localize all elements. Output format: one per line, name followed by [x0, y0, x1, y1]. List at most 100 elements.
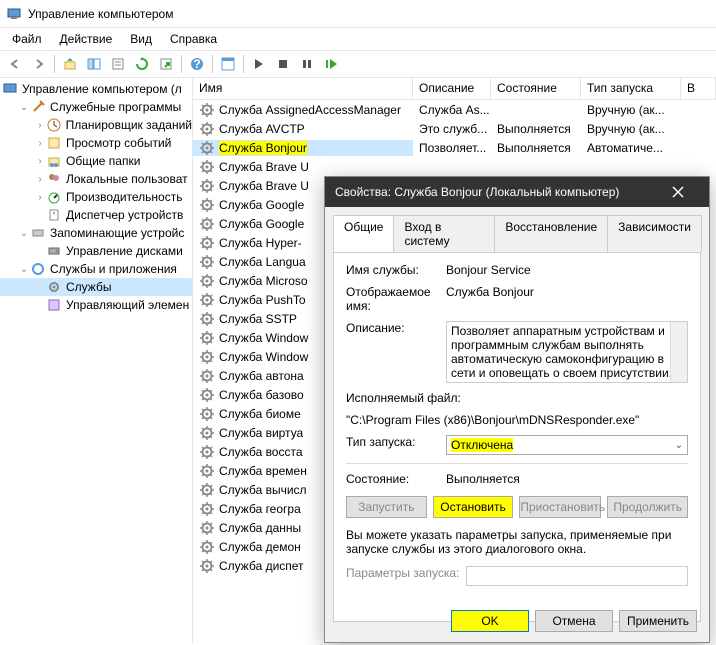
scrollbar[interactable]: [670, 322, 687, 382]
properties-dialog: Свойства: Служба Bonjour (Локальный комп…: [324, 176, 710, 643]
executable-value: "C:\Program Files (x86)\Bonjour\mDNSResp…: [346, 413, 639, 427]
menu-help[interactable]: Справка: [162, 30, 225, 48]
play-button[interactable]: [248, 53, 270, 75]
expand-icon[interactable]: ›: [34, 174, 46, 185]
gear-icon: [199, 444, 215, 460]
ok-button[interactable]: OK: [451, 610, 529, 632]
col-description[interactable]: Описание: [413, 78, 491, 99]
tree-local-users[interactable]: ›Локальные пользоват: [0, 170, 192, 188]
tree-wmi[interactable]: Управляющий элемен: [0, 296, 192, 314]
export-button[interactable]: [155, 53, 177, 75]
apply-button[interactable]: Применить: [619, 610, 697, 632]
clock-icon: [46, 117, 62, 133]
startup-type-select[interactable]: Отключена⌄: [446, 435, 688, 455]
help-button[interactable]: ?: [186, 53, 208, 75]
pause-button: Приостановить: [519, 496, 601, 518]
window-title: Управление компьютером: [28, 7, 173, 21]
display-name-label: Отображаемое имя:: [346, 285, 446, 313]
restart-button[interactable]: [320, 53, 342, 75]
service-status-label: Состояние:: [346, 472, 446, 486]
col-name[interactable]: Имя: [193, 78, 413, 99]
gear-icon: [199, 235, 215, 251]
list-row[interactable]: Служба BonjourПозволяет...ВыполняетсяАвт…: [193, 138, 716, 157]
tree-event-viewer[interactable]: ›Просмотр событий: [0, 134, 192, 152]
tree-task-scheduler[interactable]: ›Планировщик заданий: [0, 116, 192, 134]
performance-icon: [46, 189, 62, 205]
tree-device-manager[interactable]: Диспетчер устройств: [0, 206, 192, 224]
collapse-icon[interactable]: ⌄: [18, 102, 30, 113]
gear-icon: [199, 482, 215, 498]
tree-shared-folders[interactable]: ›Общие папки: [0, 152, 192, 170]
collapse-icon[interactable]: ⌄: [18, 264, 30, 275]
gear-icon: [199, 368, 215, 384]
chevron-down-icon: ⌄: [675, 440, 683, 451]
services-icon: [30, 261, 46, 277]
service-name-value: Bonjour Service: [446, 263, 688, 277]
close-button[interactable]: [657, 177, 699, 207]
titlebar: Управление компьютером: [0, 0, 716, 28]
tree-disk-management[interactable]: Управление дисками: [0, 242, 192, 260]
gear-icon: [199, 197, 215, 213]
gear-icon: [46, 279, 62, 295]
tab-general[interactable]: Общие: [333, 215, 394, 252]
gear-icon: [199, 273, 215, 289]
description-label: Описание:: [346, 321, 446, 335]
expand-icon[interactable]: ›: [34, 192, 46, 203]
tools-icon: [30, 99, 46, 115]
list-row[interactable]: Служба AssignedAccessManagerСлужба As...…: [193, 100, 716, 119]
description-box[interactable]: Позволяет аппаратным устройствам и прогр…: [446, 321, 688, 383]
col-state[interactable]: Состояние: [491, 78, 581, 99]
tree-storage[interactable]: ⌄Запоминающие устройс: [0, 224, 192, 242]
expand-icon[interactable]: ›: [34, 120, 46, 131]
tab-recovery[interactable]: Восстановление: [494, 215, 608, 252]
console-tree-button[interactable]: [217, 53, 239, 75]
tree-performance[interactable]: ›Производительность: [0, 188, 192, 206]
refresh-button[interactable]: [131, 53, 153, 75]
gear-icon: [199, 539, 215, 555]
dialog-body: Имя службы:Bonjour Service Отображаемое …: [333, 252, 701, 622]
storage-icon: [30, 225, 46, 241]
dialog-title: Свойства: Служба Bonjour (Локальный комп…: [335, 185, 619, 199]
gear-icon: [199, 140, 215, 156]
tree-root[interactable]: Управление компьютером (л: [0, 80, 192, 98]
gear-icon: [199, 463, 215, 479]
show-hide-button[interactable]: [83, 53, 105, 75]
tree-services[interactable]: Службы: [0, 278, 192, 296]
forward-button[interactable]: [28, 53, 50, 75]
computer-icon: [2, 81, 18, 97]
stop-button[interactable]: [272, 53, 294, 75]
list-row[interactable]: Служба AVCTPЭто служб...ВыполняетсяВручн…: [193, 119, 716, 138]
col-startup[interactable]: Тип запуска: [581, 78, 681, 99]
startup-params-label: Параметры запуска:: [346, 566, 466, 580]
tab-dependencies[interactable]: Зависимости: [607, 215, 702, 252]
expand-icon[interactable]: ›: [34, 138, 46, 149]
executable-label: Исполняемый файл:: [346, 391, 461, 405]
display-name-value: Служба Bonjour: [446, 285, 688, 299]
list-row[interactable]: Служба Brave U: [193, 157, 716, 176]
up-button[interactable]: [59, 53, 81, 75]
svg-text:?: ?: [193, 57, 200, 71]
expand-icon[interactable]: ›: [34, 156, 46, 167]
gear-icon: [199, 159, 215, 175]
menubar: Файл Действие Вид Справка: [0, 28, 716, 50]
gear-icon: [199, 558, 215, 574]
menu-file[interactable]: Файл: [4, 30, 50, 48]
collapse-icon[interactable]: ⌄: [18, 228, 30, 239]
pause-button[interactable]: [296, 53, 318, 75]
gear-icon: [199, 311, 215, 327]
tree-system-tools[interactable]: ⌄ Служебные программы: [0, 98, 192, 116]
menu-view[interactable]: Вид: [122, 30, 160, 48]
stop-button[interactable]: Остановить: [433, 496, 514, 518]
startup-type-label: Тип запуска:: [346, 435, 446, 449]
dialog-titlebar[interactable]: Свойства: Служба Bonjour (Локальный комп…: [325, 177, 709, 207]
gear-icon: [199, 178, 215, 194]
tree-services-apps[interactable]: ⌄Службы и приложения: [0, 260, 192, 278]
col-last[interactable]: В: [681, 78, 716, 99]
back-button[interactable]: [4, 53, 26, 75]
cancel-button[interactable]: Отмена: [535, 610, 613, 632]
tab-logon[interactable]: Вход в систему: [393, 215, 495, 252]
menu-action[interactable]: Действие: [52, 30, 121, 48]
dialog-buttons: OK Отмена Применить: [451, 610, 697, 632]
gear-icon: [199, 121, 215, 137]
properties-button[interactable]: [107, 53, 129, 75]
